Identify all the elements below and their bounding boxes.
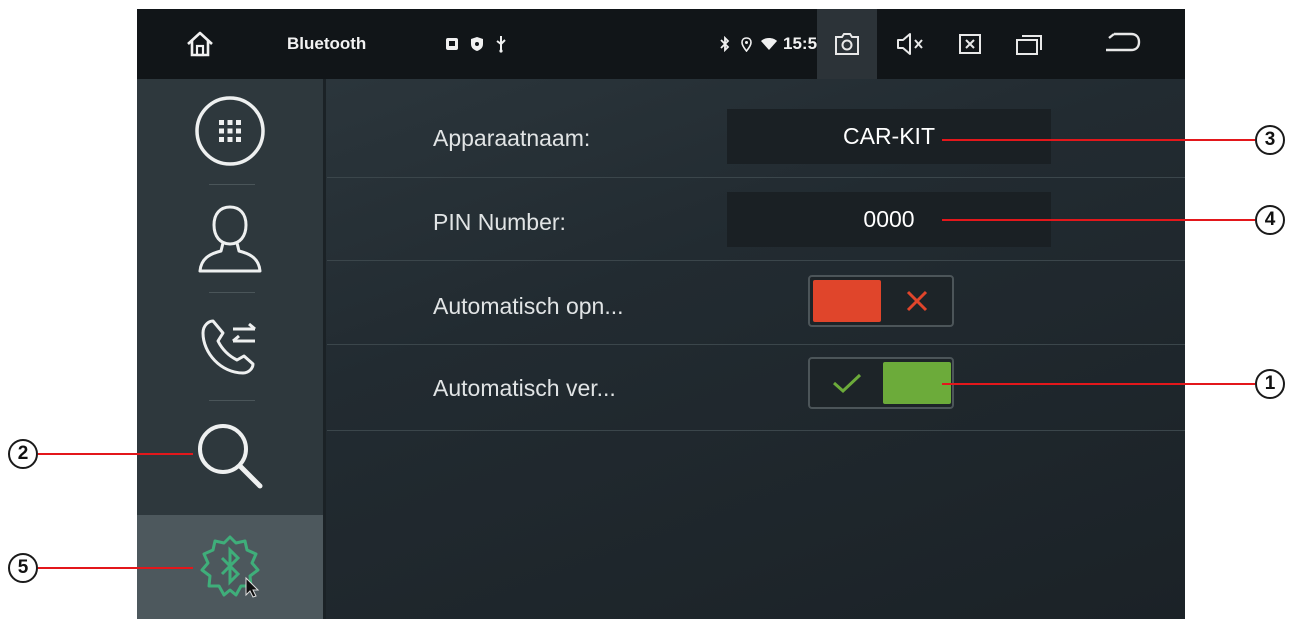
call-log-icon — [201, 319, 256, 375]
callout-2: 2 — [8, 439, 38, 469]
shield-icon — [468, 9, 486, 79]
auto-answer-label: Automatisch opn... — [433, 293, 624, 319]
row-divider — [327, 430, 1185, 431]
notification-icon — [443, 9, 461, 79]
sidebar-border — [323, 79, 326, 619]
pin-value: 0000 — [863, 206, 915, 232]
device-name-value: CAR-KIT — [843, 123, 935, 149]
toggle-knob-off — [813, 280, 881, 322]
screenshot-icon[interactable] — [817, 9, 877, 79]
toggle-knob-on — [883, 362, 951, 404]
bluetooth-settings-icon — [200, 535, 260, 598]
location-icon — [738, 9, 754, 79]
device-name-field[interactable]: CAR-KIT — [727, 109, 1051, 164]
status-title: Bluetooth — [287, 34, 367, 53]
callout-line-5 — [38, 567, 193, 569]
usb-icon — [492, 9, 510, 79]
callout-1: 1 — [1255, 369, 1285, 399]
callout-line-1 — [942, 383, 1255, 385]
wifi-icon — [758, 9, 780, 79]
check-icon — [813, 362, 881, 404]
home-icon[interactable] — [177, 9, 222, 79]
callout-line-2 — [38, 453, 193, 455]
cross-icon — [883, 280, 951, 322]
callout-4: 4 — [1255, 205, 1285, 235]
sidebar-item-dialpad[interactable] — [137, 79, 323, 183]
sidebar-item-call-log[interactable] — [137, 293, 323, 399]
contacts-icon — [198, 205, 262, 273]
device-name-label: Apparaatnaam: — [433, 125, 591, 151]
auto-answer-toggle[interactable] — [808, 275, 954, 327]
auto-connect-toggle[interactable] — [808, 357, 954, 409]
callout-line-4 — [942, 219, 1255, 221]
callout-line-3 — [942, 139, 1255, 141]
bluetooth-status-icon — [717, 9, 733, 79]
dialpad-icon — [195, 96, 265, 166]
sidebar-item-search[interactable] — [137, 401, 323, 511]
search-icon — [198, 424, 263, 489]
close-app-icon[interactable] — [949, 9, 991, 79]
status-bar: Bluetooth 15:58 — [137, 9, 1185, 79]
row-divider — [327, 260, 1185, 261]
callout-3: 3 — [1255, 125, 1285, 155]
recent-apps-icon[interactable] — [1007, 9, 1051, 79]
device-screen: Bluetooth 15:58 Apparaatnaam: CAR-KIT PI… — [137, 9, 1185, 619]
sidebar — [137, 79, 326, 619]
callout-5: 5 — [8, 553, 38, 583]
row-divider — [327, 344, 1185, 345]
pin-label: PIN Number: — [433, 209, 566, 235]
mute-icon[interactable] — [887, 9, 933, 79]
sidebar-item-contacts[interactable] — [137, 185, 323, 291]
auto-connect-label: Automatisch ver... — [433, 375, 616, 401]
row-divider — [327, 177, 1185, 178]
back-icon[interactable] — [1092, 9, 1152, 79]
